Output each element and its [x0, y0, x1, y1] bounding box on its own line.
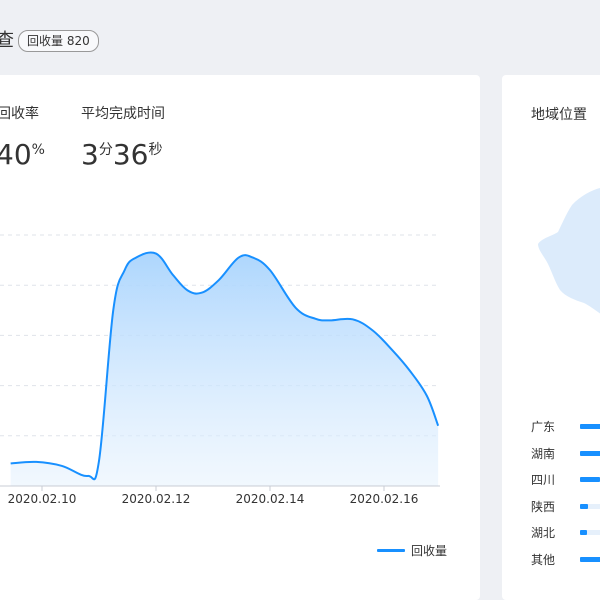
- x-tick-label: 2020.02.10: [8, 492, 77, 506]
- region-row: 其他: [531, 551, 600, 567]
- survey-dashboard: 查 回收量 820 回收率 40% 平均完成时间 3分36秒 2020.02.1…: [0, 0, 600, 600]
- region-row: 湖南: [531, 445, 600, 461]
- legend-swatch: [377, 549, 405, 552]
- trend-area-chart: 2020.02.10 2020.02.12 2020.02.14 2020.02.16: [0, 234, 440, 506]
- region-bar: [580, 451, 600, 456]
- series-area: [10, 252, 439, 486]
- region-bar: [580, 557, 600, 562]
- region-bar: [580, 477, 600, 482]
- region-row: 湖北: [531, 524, 600, 540]
- region-title: 地域位置: [531, 107, 587, 123]
- region-name: 陕西: [531, 500, 556, 514]
- legend-label: 回收量: [411, 544, 448, 558]
- region-row: 陕西: [531, 498, 600, 514]
- region-row: 广东: [531, 418, 600, 434]
- x-tick-label: 2020.02.16: [350, 492, 419, 506]
- region-bar: [580, 530, 587, 535]
- region-name: 湖南: [531, 447, 556, 461]
- region-name: 湖北: [531, 526, 556, 540]
- region-row: 四川: [531, 471, 600, 487]
- region-bar: [580, 504, 588, 509]
- x-axis: 2020.02.10 2020.02.12 2020.02.14 2020.02.16: [0, 485, 440, 506]
- x-tick-label: 2020.02.14: [236, 492, 305, 506]
- region-name: 其他: [531, 553, 556, 567]
- region-bar: [580, 424, 600, 429]
- x-tick-label: 2020.02.12: [122, 492, 191, 506]
- region-name: 四川: [531, 473, 556, 487]
- region-name: 广东: [531, 420, 556, 434]
- chart-legend[interactable]: 回收量: [377, 542, 447, 559]
